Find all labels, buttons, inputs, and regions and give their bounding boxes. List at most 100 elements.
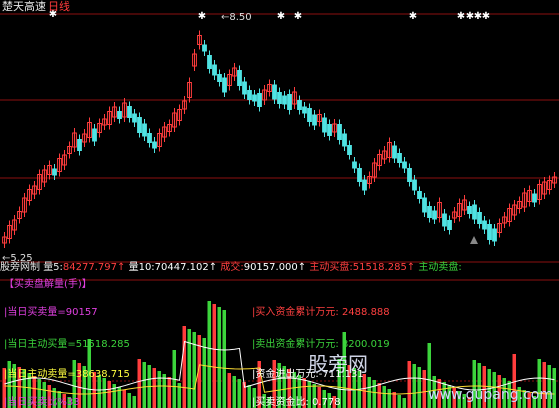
candle-body (297, 100, 302, 110)
volume-bar (207, 301, 211, 408)
candle-body (222, 77, 227, 93)
candle-body (77, 139, 82, 151)
volume-bar (417, 367, 421, 408)
ma5-value: 84277.797↑ (62, 262, 126, 273)
right-row-3: |买卖资金比: 0.778 (252, 397, 341, 408)
candle-body (327, 124, 332, 136)
volume-bar (162, 374, 166, 408)
candle-body (52, 168, 57, 176)
candle-body (142, 123, 147, 137)
volume-bar (412, 364, 416, 408)
volume-bar (192, 332, 196, 408)
candle-body (242, 81, 247, 95)
candle-body (447, 220, 452, 230)
candle-body (392, 145, 397, 159)
volume-bar (122, 390, 126, 408)
watermark-url: www.gupang.com (428, 387, 553, 403)
volume-bar (377, 383, 381, 408)
deal-value: 90157.000↑ (243, 262, 307, 273)
watermark-cn: 股旁网 (308, 352, 368, 376)
volume-bar (382, 386, 386, 408)
candle-body (362, 179, 367, 191)
candle-body (337, 124, 342, 140)
active-sell-label: 主动卖盘: (418, 262, 462, 273)
candle-body (417, 191, 422, 199)
volume-bar (227, 373, 231, 408)
chart-title: 楚天高速 日线 (2, 1, 70, 12)
candle-body (117, 111, 122, 119)
candle-body (442, 213, 447, 227)
right-row-0: |买入资金累计万元: 2488.888 (252, 307, 390, 318)
volume-bar (387, 389, 391, 408)
candle-body (257, 93, 262, 107)
volume-indicator-strip: 股旁网制 量5:84277.797↑ 量10:70447.102↑ 成交:901… (0, 263, 462, 273)
candle-body (347, 145, 352, 155)
candle-body (357, 168, 362, 182)
right-row-1: |卖出资金累计万元: 3200.019 (252, 339, 390, 350)
candle-body (137, 117, 142, 133)
volume-bar (127, 393, 131, 408)
candle-body (127, 106, 132, 118)
candle-body (92, 128, 97, 142)
candle-body (272, 84, 277, 100)
candle-body (472, 204, 477, 220)
candle-body (212, 64, 217, 76)
active-buy-value: 51518.285↑ (352, 262, 416, 273)
low-marker-triangle (470, 236, 478, 244)
volume-bar (367, 377, 371, 408)
volume-bar (132, 396, 136, 408)
ma5-label: 量5: (43, 262, 63, 273)
candle-body (482, 220, 487, 230)
candle-body (302, 106, 307, 114)
candle-body (217, 74, 222, 82)
deal-label: 成交: (220, 262, 244, 273)
grid-lines (0, 13, 559, 382)
candle-body (432, 210, 437, 220)
ma10-value: 70447.102↑ (154, 262, 218, 273)
candle-body (247, 90, 252, 100)
active-buy-label: 主动买盘: (309, 262, 353, 273)
volume-bar (187, 329, 191, 408)
volume-bar (157, 371, 161, 408)
left-row-0: |当日买卖量=90157 (4, 307, 98, 318)
candle-body (282, 95, 287, 105)
volume-bar (182, 326, 186, 408)
source-label: 股旁网制 (0, 262, 40, 273)
volume-bar (142, 362, 146, 408)
candle-body (147, 133, 152, 143)
candlestick-series (2, 30, 557, 248)
candle-body (477, 212, 482, 224)
volume-bar (397, 395, 401, 408)
signal-marker: ✱ (457, 11, 465, 22)
candle-body (412, 179, 417, 191)
ma10-label: 量10: (128, 262, 155, 273)
candle-body (407, 168, 412, 182)
signal-marker: ✱ (294, 11, 302, 22)
candle-body (152, 141, 157, 149)
candle-body (277, 92, 282, 104)
panel2-title: 【买卖盘解量(手)】 (4, 279, 92, 290)
candle-body (397, 153, 402, 163)
volume-bar (137, 359, 141, 408)
candle-body (352, 161, 357, 169)
volume-bar (167, 377, 171, 408)
candle-body (532, 193, 537, 203)
volume-bar (372, 380, 376, 408)
volume-bar (222, 310, 226, 408)
candle-body (207, 55, 212, 69)
candle-body (487, 224, 492, 240)
candle-body (132, 113, 137, 123)
left-row-2: |当日主动卖量=38638.715 (4, 369, 130, 380)
volume-bar (232, 376, 236, 408)
candle-body (422, 197, 427, 213)
candle-body (427, 206, 432, 218)
candle-body (467, 206, 472, 214)
volume-bar (107, 381, 111, 408)
volume-bar (552, 368, 556, 408)
signal-marker: ✱ (198, 11, 206, 22)
volume-bar (212, 304, 216, 408)
volume-bar (422, 370, 426, 408)
high-price-label: ←8.50 (221, 12, 252, 23)
volume-bar (217, 307, 221, 408)
volume-bar (237, 379, 241, 408)
